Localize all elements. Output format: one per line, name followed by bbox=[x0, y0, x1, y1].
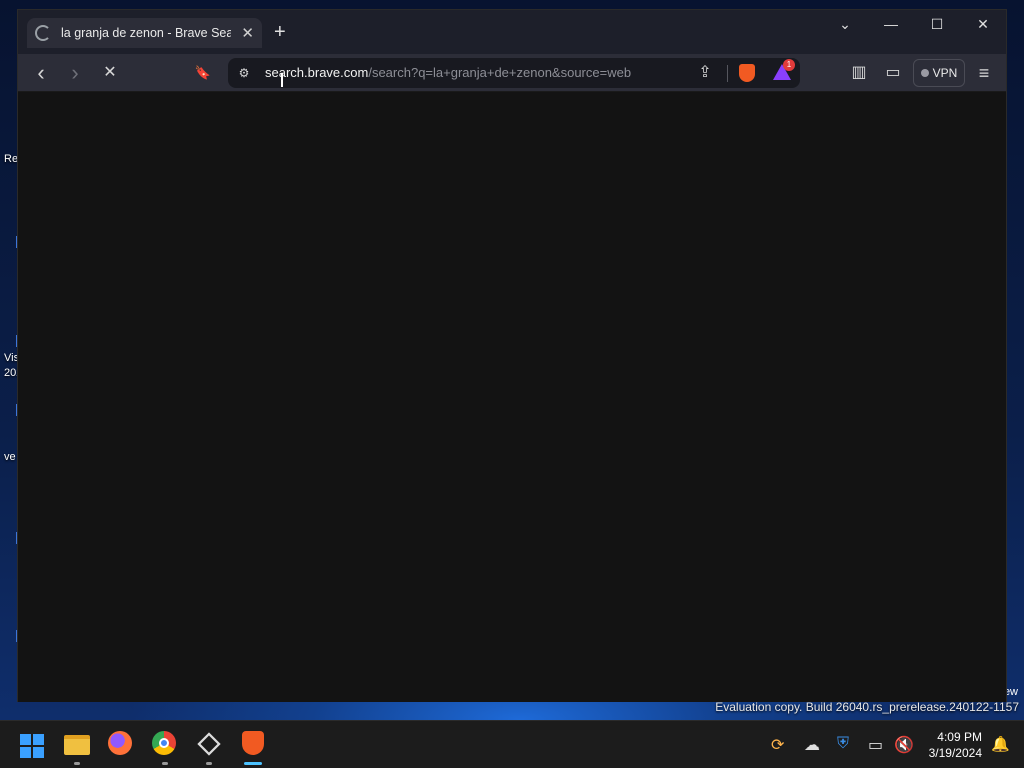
stop-loading-button[interactable]: ✕ bbox=[99, 62, 121, 84]
active-tab[interactable]: la granja de zenon - Brave Search ✕ bbox=[27, 18, 262, 48]
site-info-icon[interactable]: ⚙ bbox=[233, 62, 255, 84]
brave-shields-icon[interactable] bbox=[739, 64, 755, 82]
chrome-icon[interactable] bbox=[152, 731, 178, 765]
desktop-icon-label[interactable]: Re bbox=[4, 152, 18, 166]
vpn-status-icon bbox=[920, 69, 929, 77]
clock-date: 3/19/2024 bbox=[928, 746, 982, 760]
back-button[interactable]: ‹ bbox=[30, 62, 52, 84]
url-text[interactable]: search.brave.com/search?q=la+granja+de+z… bbox=[265, 65, 631, 80]
notification-bell-icon[interactable]: 🔔 bbox=[991, 735, 1010, 753]
vpn-button[interactable]: VPN bbox=[913, 59, 965, 87]
bookmark-icon[interactable]: 🔖 bbox=[192, 62, 214, 84]
browser-window: la granja de zenon - Brave Search ✕ + ⌄ … bbox=[17, 9, 1007, 702]
tab-close-icon[interactable]: ✕ bbox=[241, 24, 254, 42]
volume-muted-icon[interactable]: 🔇 bbox=[894, 735, 914, 755]
text-cursor-icon bbox=[281, 73, 283, 87]
forward-button[interactable]: › bbox=[64, 62, 86, 84]
browser-toolbar: ‹ › ✕ 🔖 ⚙ search.brave.com/search?q=la+g… bbox=[18, 54, 1006, 92]
loading-spinner-icon bbox=[35, 25, 51, 41]
clock-time: 4:09 PM bbox=[937, 730, 982, 744]
sidebar-icon[interactable]: ▥ bbox=[848, 62, 870, 84]
wallet-icon[interactable]: ▭ bbox=[882, 62, 904, 84]
minimize-button[interactable]: — bbox=[879, 16, 903, 32]
file-explorer-icon[interactable] bbox=[64, 731, 90, 765]
page-viewport[interactable] bbox=[18, 92, 1006, 702]
menu-icon[interactable]: ≡ bbox=[973, 62, 995, 84]
share-icon[interactable]: ⇪ bbox=[694, 62, 716, 84]
new-tab-button[interactable]: + bbox=[274, 21, 286, 44]
update-icon[interactable]: ⟳ bbox=[771, 735, 784, 755]
tab-title: la granja de zenon - Brave Search bbox=[61, 26, 231, 40]
maximize-button[interactable]: ☐ bbox=[925, 16, 949, 33]
brave-browser-icon[interactable] bbox=[240, 731, 266, 765]
start-button[interactable] bbox=[20, 734, 44, 758]
onedrive-icon[interactable]: ☁ bbox=[804, 735, 820, 755]
close-window-button[interactable]: ✕ bbox=[971, 16, 995, 33]
tab-strip: la granja de zenon - Brave Search ✕ + ⌄ … bbox=[18, 10, 1006, 54]
taskbar: ⟳ ☁ ⛨ ▭ 🔇 4:09 PM 3/19/2024 🔔 bbox=[0, 720, 1024, 768]
url-divider bbox=[727, 65, 728, 82]
address-bar[interactable]: ⚙ search.brave.com/search?q=la+granja+de… bbox=[228, 58, 800, 88]
evaluation-watermark: Evaluation copy. Build 26040.rs_prerelea… bbox=[715, 700, 1019, 714]
vpn-label: VPN bbox=[932, 66, 958, 80]
url-path: /search?q=la+granja+de+zenon&source=web bbox=[368, 65, 632, 80]
tab-search-icon[interactable]: ⌄ bbox=[833, 16, 857, 33]
firefox-icon[interactable] bbox=[108, 731, 134, 757]
unity-icon[interactable] bbox=[196, 731, 222, 765]
network-icon[interactable]: ▭ bbox=[868, 735, 883, 755]
desktop-icon-label[interactable]: ve bbox=[4, 450, 16, 464]
system-clock[interactable]: 4:09 PM 3/19/2024 bbox=[929, 729, 982, 761]
security-icon[interactable]: ⛨ bbox=[837, 735, 849, 753]
rewards-badge: 1 bbox=[783, 59, 795, 71]
